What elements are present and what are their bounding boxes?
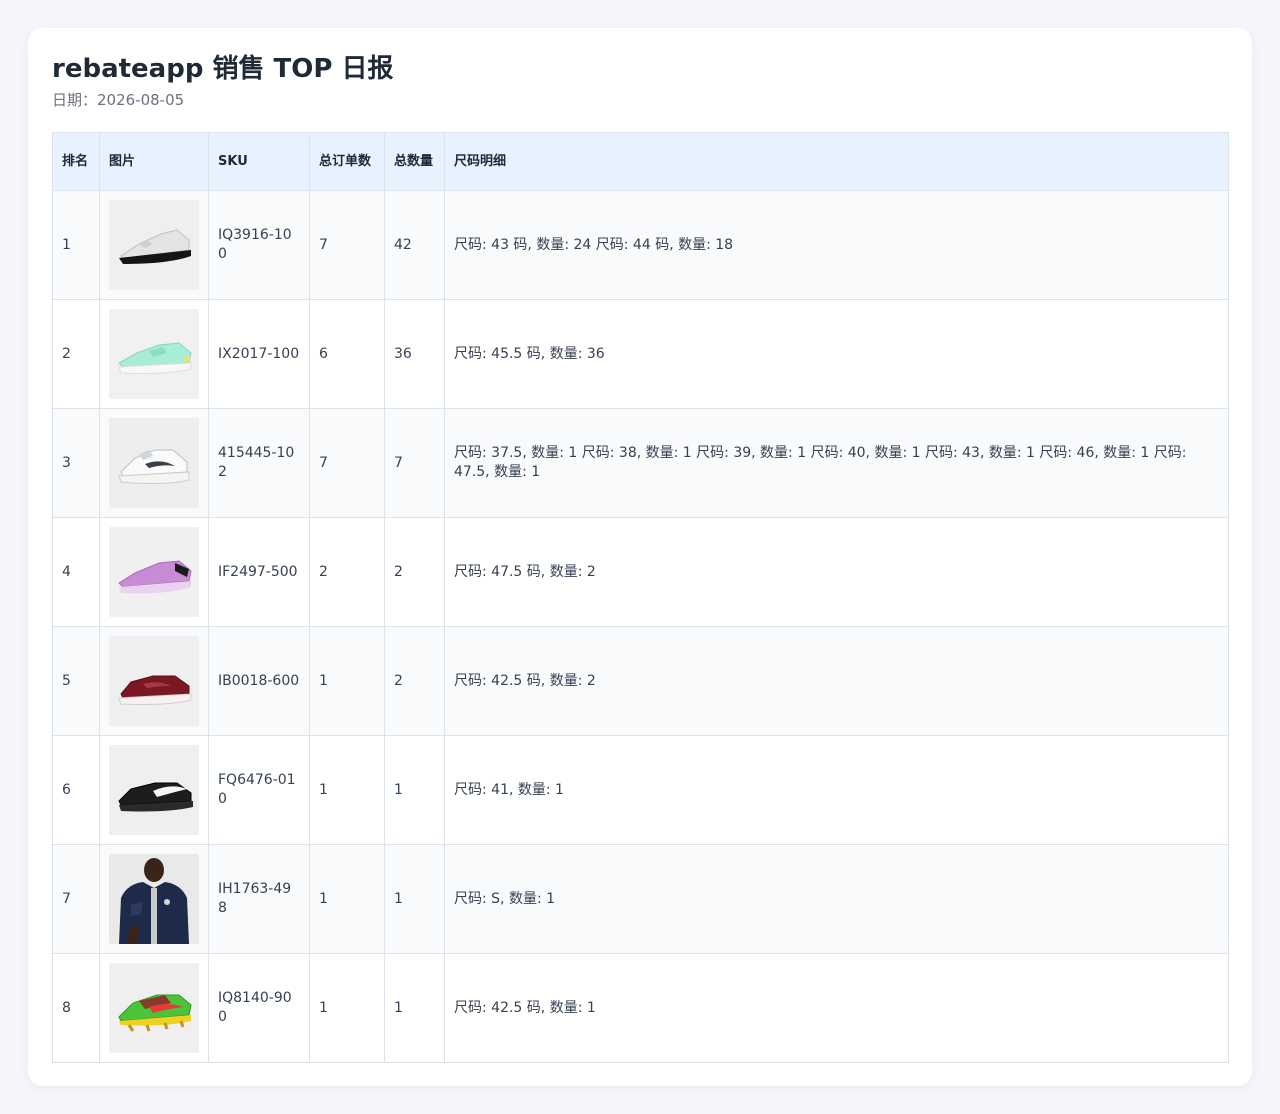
report-card: rebateapp 销售 TOP 日报 日期：2026-08-05 排名 图片 … xyxy=(28,28,1252,1086)
sizes-cell: 尺码: 42.5 码, 数量: 1 xyxy=(444,953,1229,1063)
quantity-cell: 1 xyxy=(384,953,445,1063)
column-header-quantity: 总数量 xyxy=(384,132,445,191)
sneaker-purple-image xyxy=(109,527,199,617)
sneaker-white-chunky-image xyxy=(109,418,199,508)
sku-cell: FQ6476-010 xyxy=(208,735,310,845)
page-title: rebateapp 销售 TOP 日报 xyxy=(52,54,394,84)
table-row: 3 415445-102 7 7 尺码: 37.5, 数量: 1 尺码: 38,… xyxy=(52,408,1229,518)
rank-cell: 5 xyxy=(52,626,100,736)
rank-cell: 8 xyxy=(52,953,100,1063)
quantity-cell: 1 xyxy=(384,844,445,954)
table-row: 2 IX2017-100 6 36 尺码: 45.5 码, 数量: 36 xyxy=(52,299,1229,409)
table-header-row: 排名 图片 SKU 总订单数 总数量 尺码明细 xyxy=(52,132,1229,191)
rank-cell: 7 xyxy=(52,844,100,954)
sneaker-burgundy-image xyxy=(109,636,199,726)
orders-cell: 7 xyxy=(309,408,385,518)
table-row: 8 IQ8140-900 1 1 尺码: 42.5 码, 数量: 1 xyxy=(52,953,1229,1063)
table-row: 6 FQ6476-010 1 1 尺码: 41, 数量: 1 xyxy=(52,735,1229,845)
orders-cell: 1 xyxy=(309,953,385,1063)
quantity-cell: 7 xyxy=(384,408,445,518)
sizes-cell: 尺码: 42.5 码, 数量: 2 xyxy=(444,626,1229,736)
quantity-cell: 1 xyxy=(384,735,445,845)
image-cell xyxy=(99,408,209,518)
sku-cell: 415445-102 xyxy=(208,408,310,518)
sku-cell: IB0018-600 xyxy=(208,626,310,736)
column-header-rank: 排名 xyxy=(52,132,100,191)
orders-cell: 1 xyxy=(309,844,385,954)
quantity-cell: 2 xyxy=(384,517,445,627)
rank-cell: 6 xyxy=(52,735,100,845)
table-row: 5 IB0018-600 1 2 尺码: 42.5 码, 数量: 2 xyxy=(52,626,1229,736)
sizes-cell: 尺码: 47.5 码, 数量: 2 xyxy=(444,517,1229,627)
image-cell xyxy=(99,190,209,300)
table-row: 4 IF2497-500 2 2 尺码: 47.5 码, 数量: 2 xyxy=(52,517,1229,627)
orders-cell: 1 xyxy=(309,735,385,845)
column-header-image: 图片 xyxy=(99,132,209,191)
sku-cell: IF2497-500 xyxy=(208,517,310,627)
sku-cell: IQ3916-100 xyxy=(208,190,310,300)
column-header-sizes: 尺码明细 xyxy=(444,132,1229,191)
rank-cell: 4 xyxy=(52,517,100,627)
sku-cell: IH1763-498 xyxy=(208,844,310,954)
sneaker-white-black-image xyxy=(109,200,199,290)
table-row: 1 IQ3916-100 7 42 尺码: 43 码, 数量: 24 尺码: 4… xyxy=(52,190,1229,300)
jacket-navy-image xyxy=(109,854,199,944)
image-cell xyxy=(99,517,209,627)
report-date: 日期：2026-08-05 xyxy=(52,91,185,109)
rank-cell: 1 xyxy=(52,190,100,300)
image-cell xyxy=(99,299,209,409)
sneaker-black-image xyxy=(109,745,199,835)
quantity-cell: 36 xyxy=(384,299,445,409)
quantity-cell: 2 xyxy=(384,626,445,736)
orders-cell: 7 xyxy=(309,190,385,300)
sizes-cell: 尺码: 41, 数量: 1 xyxy=(444,735,1229,845)
image-cell xyxy=(99,953,209,1063)
column-header-sku: SKU xyxy=(208,132,310,191)
sku-cell: IX2017-100 xyxy=(208,299,310,409)
sizes-cell: 尺码: 45.5 码, 数量: 36 xyxy=(444,299,1229,409)
sneaker-mint-image xyxy=(109,309,199,399)
sku-cell: IQ8140-900 xyxy=(208,953,310,1063)
sales-table: 排名 图片 SKU 总订单数 总数量 尺码明细 1 IQ3916-100 7 4… xyxy=(52,132,1229,1063)
sizes-cell: 尺码: 43 码, 数量: 24 尺码: 44 码, 数量: 18 xyxy=(444,190,1229,300)
rank-cell: 3 xyxy=(52,408,100,518)
image-cell xyxy=(99,626,209,736)
column-header-orders: 总订单数 xyxy=(309,132,385,191)
image-cell xyxy=(99,844,209,954)
football-boot-green-image xyxy=(109,963,199,1053)
orders-cell: 2 xyxy=(309,517,385,627)
sales-table-container: 排名 图片 SKU 总订单数 总数量 尺码明细 1 IQ3916-100 7 4… xyxy=(52,132,1229,1063)
table-row: 7 IH1763-498 1 1 尺码: S, 数量: 1 xyxy=(52,844,1229,954)
quantity-cell: 42 xyxy=(384,190,445,300)
orders-cell: 6 xyxy=(309,299,385,409)
image-cell xyxy=(99,735,209,845)
sizes-cell: 尺码: S, 数量: 1 xyxy=(444,844,1229,954)
sizes-cell: 尺码: 37.5, 数量: 1 尺码: 38, 数量: 1 尺码: 39, 数量… xyxy=(444,408,1229,518)
orders-cell: 1 xyxy=(309,626,385,736)
rank-cell: 2 xyxy=(52,299,100,409)
